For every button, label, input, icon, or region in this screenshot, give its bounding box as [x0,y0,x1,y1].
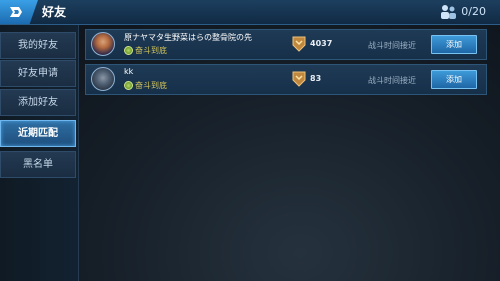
avatar[interactable] [91,32,115,56]
sidebar-item-recent-matches[interactable]: 近期匹配 [0,120,76,147]
sidebar: 我的好友 好友申请 添加好友 近期匹配 黑名单 [0,25,79,281]
rank-badge-icon [124,81,133,90]
sidebar-item-friend-requests[interactable]: 好友申请 [0,60,76,87]
sidebar-item-my-friends[interactable]: 我的好友 [0,32,76,59]
back-button[interactable] [0,0,38,24]
sidebar-item-blacklist[interactable]: 黑名单 [0,151,76,178]
player-rank: 奋斗到底 [124,80,167,91]
rank-badge-icon [124,46,133,55]
player-name: 原ナヤマタ生野菜はらの整骨院の先 [124,33,252,42]
back-arrow-icon [10,7,22,17]
friend-count-label: 0/20 [461,5,486,18]
player-score: 83 [310,74,322,83]
player-rank: 奋斗到底 [124,45,167,56]
sidebar-item-add-friend[interactable]: 添加好友 [0,89,76,116]
player-status: 战斗时间接近 [368,76,416,85]
player-status: 战斗时间接近 [368,41,416,50]
list-item: kk 奋斗到底 83 战斗时间接近 添加 [85,64,487,95]
player-score: 4037 [310,39,333,48]
trophy-icon [292,71,306,87]
rank-label: 奋斗到底 [135,46,167,55]
friend-count: 0/20 [439,3,486,21]
player-name: kk [124,67,134,76]
add-friend-button[interactable]: 添加 [431,35,477,54]
add-friend-button[interactable]: 添加 [431,70,477,89]
friends-icon [441,5,457,19]
page-title: 好友 [42,5,67,19]
avatar[interactable] [91,67,115,91]
trophy-icon [292,36,306,52]
list-item: 原ナヤマタ生野菜はらの整骨院の先 奋斗到底 4037 战斗时间接近 添加 [85,29,487,60]
rank-label: 奋斗到底 [135,81,167,90]
top-bar: 好友 0/20 [0,0,500,25]
